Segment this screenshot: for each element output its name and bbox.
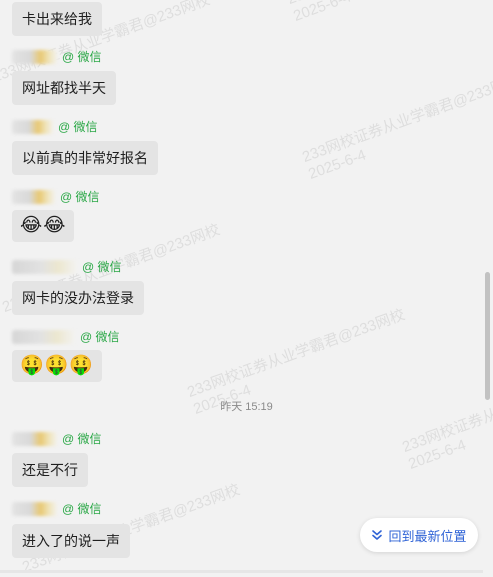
chevron-double-down-icon <box>372 530 383 540</box>
watermark: 233网校证券从业学霸君@233网校 2025-6-4 <box>400 361 493 474</box>
message-source-label: @ 微信 <box>62 50 102 64</box>
message-bubble[interactable]: 😂😂 <box>12 210 75 242</box>
message-bubble[interactable]: 进入了的说一声 <box>12 524 130 558</box>
watermark-date: 2025-6-4 <box>306 146 369 183</box>
message-bubble[interactable]: 还是不行 <box>12 453 88 487</box>
message-sender: @ 微信 <box>12 329 120 345</box>
sender-name-redacted <box>12 50 58 64</box>
jump-to-latest-button[interactable]: 回到最新位置 <box>360 518 478 552</box>
message-sender: @ 微信 <box>12 259 122 275</box>
sender-name-redacted <box>12 260 78 274</box>
message-sender: @ 微信 <box>12 119 98 135</box>
message-source-label: @ 微信 <box>62 432 102 446</box>
message-sender: @ 微信 <box>12 189 100 205</box>
scrollbar-thumb[interactable] <box>485 272 490 400</box>
message-source-label: @ 微信 <box>62 502 102 516</box>
sender-name-redacted <box>12 120 54 134</box>
watermark-date: 2025-6-4 <box>291 0 354 25</box>
sender-name-redacted <box>12 330 76 344</box>
watermark-text: 233网校证券从业学霸君@233网校 <box>185 306 408 401</box>
message-bubble[interactable]: 🤑🤑🤑 <box>12 350 102 382</box>
message-sender: @ 微信 <box>12 431 102 447</box>
watermark-text: 233网校证券从业学霸君@233网校 <box>300 71 493 166</box>
message-sender: @ 微信 <box>12 49 102 65</box>
jump-to-latest-label: 回到最新位置 <box>388 528 467 544</box>
message-source-label: @ 微信 <box>82 260 122 274</box>
sender-name-redacted <box>12 432 58 446</box>
message-bubble[interactable]: 以前真的非常好报名 <box>12 141 158 175</box>
sender-name-redacted <box>12 502 58 516</box>
watermark-text: 233网校证券从业学霸君@233网校 <box>285 0 493 9</box>
watermark-date: 2025-6-4 <box>406 436 469 473</box>
message-bubble[interactable]: 网址都找半天 <box>12 71 116 105</box>
watermark: 233网校证券从业学霸君@233网校 2025-6-4 <box>300 71 493 184</box>
message-source-label: @ 微信 <box>58 120 98 134</box>
watermark: 233网校证券从业学霸君@233网校 2025-6-4 <box>285 0 493 26</box>
message-source-label: @ 微信 <box>60 190 100 204</box>
message-bubble[interactable]: 卡出来给我 <box>12 2 102 36</box>
message-timestamp: 昨天 15:19 <box>220 401 273 413</box>
message-sender: @ 微信 <box>12 501 102 517</box>
message-source-label: @ 微信 <box>80 330 120 344</box>
chat-message-list[interactable]: 233网校证券从业学霸君@233网校 2025-6-4 233网校证券从业学霸君… <box>0 0 493 576</box>
sender-name-redacted <box>12 190 56 204</box>
message-bubble[interactable]: 网卡的没办法登录 <box>12 281 144 315</box>
